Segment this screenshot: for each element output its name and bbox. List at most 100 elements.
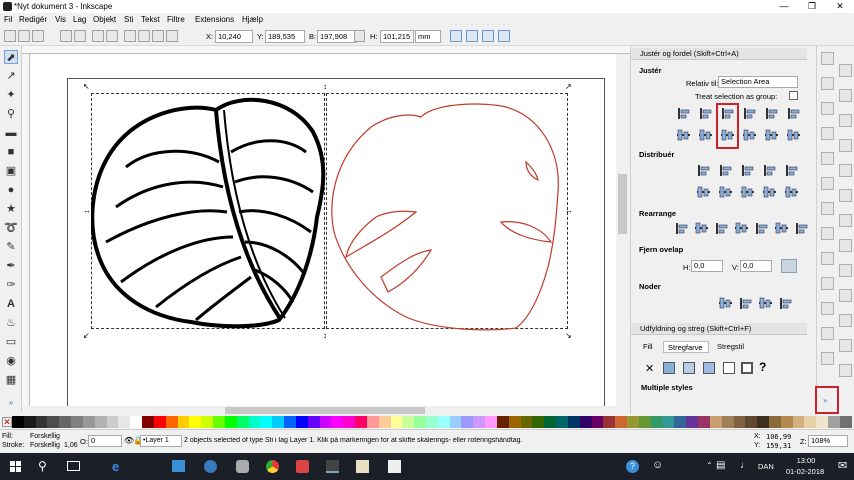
opacity-field[interactable]: 0 xyxy=(88,435,122,447)
xml-editor-icon[interactable] xyxy=(821,327,834,340)
palette-swatch[interactable] xyxy=(615,416,628,428)
preferences-icon[interactable] xyxy=(821,352,834,365)
app-globe-icon[interactable] xyxy=(204,460,217,473)
no-paint-icon[interactable]: ✕ xyxy=(645,362,654,375)
palette-swatch[interactable] xyxy=(461,416,474,428)
palette-swatch[interactable] xyxy=(745,416,758,428)
palette-swatch[interactable] xyxy=(35,416,48,428)
align-left-icon[interactable] xyxy=(697,106,714,121)
randomize-positions-icon[interactable] xyxy=(733,221,750,236)
current-layer-select[interactable]: •Layer 1 xyxy=(140,435,182,447)
task-view-icon[interactable] xyxy=(67,461,80,471)
palette-swatch[interactable] xyxy=(272,416,285,428)
scale-handle-se[interactable]: ↘ xyxy=(565,332,572,340)
duplicate-icon[interactable] xyxy=(821,227,834,240)
zoom-drawing-icon[interactable] xyxy=(821,202,834,215)
palette-swatch[interactable] xyxy=(449,416,462,428)
palette-swatch[interactable] xyxy=(319,416,332,428)
3d-box-tool-icon[interactable]: ▣ xyxy=(4,164,18,178)
redo-icon[interactable] xyxy=(839,139,852,152)
palette-swatch[interactable] xyxy=(698,416,710,428)
app-image-icon[interactable] xyxy=(388,460,401,473)
remove-overlap-button[interactable] xyxy=(781,259,797,273)
node-tool-icon[interactable]: ↗ xyxy=(4,69,18,83)
palette-swatch[interactable] xyxy=(331,416,344,428)
unlink-clone-icon[interactable] xyxy=(821,252,834,265)
tray-chevron-icon[interactable]: ⌃ xyxy=(706,461,713,470)
distribute-baselines-h-icon[interactable] xyxy=(783,163,800,178)
help-tray-icon[interactable]: ? xyxy=(626,460,639,473)
linear-gradient-icon[interactable] xyxy=(683,362,695,374)
palette-swatch[interactable] xyxy=(118,416,131,428)
fill-stroke-dialog-icon[interactable] xyxy=(839,289,852,302)
scale-handle-sw[interactable]: ↙ xyxy=(83,332,90,340)
palette-swatch[interactable] xyxy=(804,416,817,428)
scale-handle-w[interactable]: ↔ xyxy=(83,207,91,215)
volume-tray-icon[interactable]: ♩ xyxy=(740,460,750,471)
y-field[interactable]: 189,535 xyxy=(265,30,305,43)
palette-swatch[interactable] xyxy=(496,416,509,428)
palette-swatch[interactable] xyxy=(828,416,840,428)
rotate-cw-icon[interactable] xyxy=(74,30,86,42)
palette-swatch[interactable] xyxy=(213,416,225,428)
save-file-icon[interactable] xyxy=(821,77,834,90)
scale-corners-icon[interactable] xyxy=(466,30,478,42)
zoom-selection-icon[interactable] xyxy=(839,189,852,202)
palette-swatch[interactable] xyxy=(709,416,722,428)
palette-swatch[interactable] xyxy=(414,416,426,428)
menu-object[interactable]: Objekt xyxy=(93,15,116,24)
rectangle-tool-icon[interactable]: ■ xyxy=(4,145,18,159)
palette-swatch[interactable] xyxy=(638,416,651,428)
selector-tool-icon[interactable]: ⬈ xyxy=(4,50,18,64)
eraser-tool-icon[interactable]: ▭ xyxy=(4,335,18,349)
palette-swatch[interactable] xyxy=(733,416,746,428)
menu-edit[interactable]: Redigér xyxy=(19,15,47,24)
bucket-tool-icon[interactable]: ◉ xyxy=(4,354,18,368)
menu-path[interactable]: Sti xyxy=(124,15,133,24)
exchange-positions-icon[interactable] xyxy=(673,221,690,236)
select-all-layers-icon[interactable] xyxy=(18,30,30,42)
zoom-field[interactable]: 108% xyxy=(808,435,848,447)
palette-swatch[interactable] xyxy=(757,416,769,428)
raise-to-top-icon[interactable] xyxy=(124,30,136,42)
palette-swatch[interactable] xyxy=(792,416,805,428)
color-palette[interactable]: ✕ xyxy=(0,415,854,429)
palette-swatch[interactable] xyxy=(82,416,95,428)
align-dialog-icon[interactable] xyxy=(839,339,852,352)
deselect-icon[interactable] xyxy=(32,30,44,42)
align-text-baseline-icon[interactable] xyxy=(785,106,802,121)
palette-swatch[interactable] xyxy=(485,416,497,428)
store-icon[interactable] xyxy=(172,460,185,472)
align-right-to-left-icon[interactable] xyxy=(675,106,692,121)
open-file-icon[interactable] xyxy=(839,64,852,77)
align-top-to-bottom-icon[interactable] xyxy=(763,128,780,143)
palette-swatch[interactable] xyxy=(307,416,320,428)
palette-swatch[interactable] xyxy=(721,416,734,428)
star-tool-icon[interactable]: ★ xyxy=(4,202,18,216)
notifications-icon[interactable]: ✉ xyxy=(838,459,847,472)
palette-swatch[interactable] xyxy=(780,416,793,428)
new-document-icon[interactable] xyxy=(821,52,834,65)
palette-swatch[interactable] xyxy=(769,416,781,428)
layers-dialog-icon[interactable] xyxy=(839,314,852,327)
horizontal-scrollbar[interactable] xyxy=(30,406,616,415)
close-button[interactable]: ✕ xyxy=(826,0,854,13)
swatch-icon[interactable] xyxy=(741,362,753,374)
monstera-leaf-outline[interactable] xyxy=(326,92,570,332)
align-left-to-right-icon[interactable] xyxy=(763,106,780,121)
palette-swatch[interactable] xyxy=(142,416,154,428)
distribute-left-edges-icon[interactable] xyxy=(695,163,712,178)
gradient-tool-icon[interactable]: ▦ xyxy=(4,373,18,387)
flip-horizontal-icon[interactable] xyxy=(92,30,104,42)
move-patterns-icon[interactable] xyxy=(498,30,510,42)
menu-text[interactable]: Tekst xyxy=(141,15,160,24)
align-center-horizontal-axis-icon[interactable] xyxy=(719,128,736,143)
palette-swatch[interactable] xyxy=(165,416,178,428)
inkscape-taskbar-icon[interactable] xyxy=(326,460,339,473)
height-field[interactable]: 101,215 xyxy=(380,30,414,43)
unset-paint-icon[interactable]: ? xyxy=(759,360,766,374)
tab-stroke-paint[interactable]: Stregfarve xyxy=(663,341,709,353)
x-field[interactable]: 10,240 xyxy=(215,30,253,43)
palette-swatch[interactable] xyxy=(130,416,143,428)
palette-swatch[interactable] xyxy=(520,416,533,428)
